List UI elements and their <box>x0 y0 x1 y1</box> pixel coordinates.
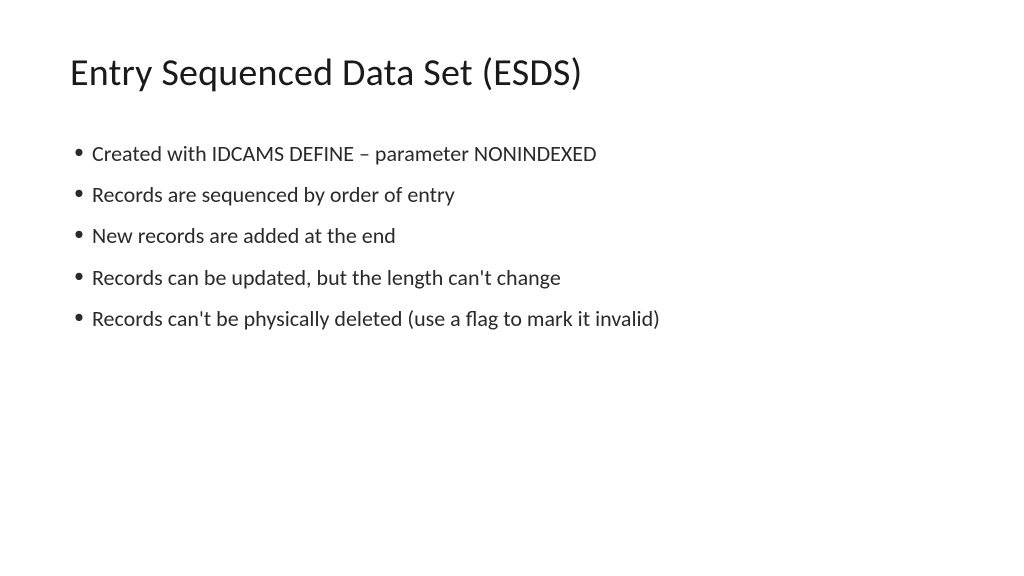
bullet-list: Created with IDCAMS DEFINE – parameter N… <box>70 136 954 336</box>
list-item: New records are added at the end <box>70 218 954 253</box>
list-item: Records can't be physically deleted (use… <box>70 301 954 336</box>
slide-title: Entry Sequenced Data Set (ESDS) <box>70 50 954 96</box>
list-item: Records are sequenced by order of entry <box>70 177 954 212</box>
list-item: Created with IDCAMS DEFINE – parameter N… <box>70 136 954 171</box>
list-item: Records can be updated, but the length c… <box>70 260 954 295</box>
